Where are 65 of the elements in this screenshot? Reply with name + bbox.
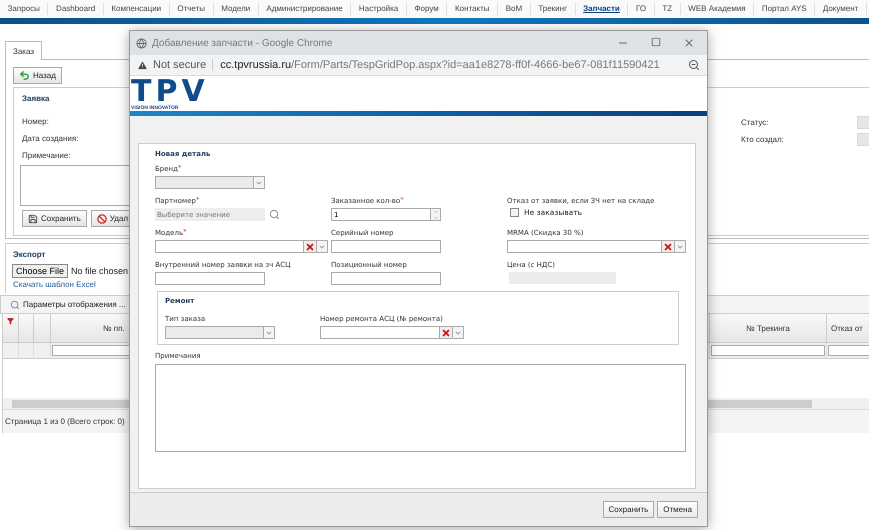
field-label: Номер:	[22, 116, 49, 128]
menu-item[interactable]: Запросы	[0, 3, 48, 15]
forbidden-icon	[96, 214, 107, 224]
back-arrow-icon	[19, 70, 30, 81]
menu-item[interactable]: Контакты	[447, 3, 498, 15]
logo-text: TPV	[131, 78, 202, 105]
search-icon	[10, 300, 20, 310]
section-title: Экспорт	[13, 250, 46, 259]
column-header[interactable]: № Трекинга	[710, 314, 827, 343]
filter-row-cell	[3, 343, 19, 359]
save-button[interactable]: Сохранить	[22, 210, 87, 227]
security-label: Not secure	[153, 59, 214, 71]
field-label: Примечание:	[22, 150, 71, 162]
combo-field[interactable]	[155, 240, 328, 253]
menu-item[interactable]: Администрирование	[258, 3, 352, 15]
menu-item[interactable]: ГО	[628, 3, 655, 15]
menu-item[interactable]: BoM	[498, 3, 531, 15]
menu-item[interactable]: Dashboard	[48, 3, 104, 15]
clear-icon[interactable]	[441, 328, 451, 338]
back-button[interactable]: Назад	[13, 67, 62, 84]
combo-field[interactable]	[507, 240, 686, 253]
text-field[interactable]	[155, 272, 265, 285]
filter-row-cell	[19, 343, 34, 359]
filter-field[interactable]	[711, 345, 825, 356]
menu-item[interactable]: Трекинг	[530, 3, 576, 15]
zoom-icon[interactable]	[688, 59, 700, 71]
checkbox[interactable]	[510, 208, 519, 217]
menu-item[interactable]: Запчасти	[576, 3, 628, 15]
combo-field[interactable]	[320, 326, 464, 339]
text-field[interactable]	[331, 240, 441, 253]
field-label: Кто создал:	[741, 135, 785, 144]
window-title: Добавление запчасти - Google Chrome	[152, 38, 334, 48]
close-icon[interactable]	[683, 37, 695, 49]
menu-item[interactable]: WEB Академия	[680, 3, 754, 15]
spin-buttons[interactable]	[430, 209, 440, 220]
menu-item[interactable]: Настройка	[351, 3, 407, 15]
notes-field[interactable]	[155, 364, 686, 452]
file-status: No file chosen	[71, 266, 128, 276]
save-button[interactable]: Сохранить	[602, 501, 654, 518]
filter-icon[interactable]	[7, 317, 14, 325]
field-label: Статус:	[741, 118, 770, 127]
menu-item[interactable]: TZ	[654, 3, 681, 15]
template-link[interactable]: Скачать шаблон Excel	[13, 280, 96, 289]
maximize-icon[interactable]	[651, 37, 661, 47]
warning-icon	[137, 60, 148, 70]
section-title: Заявка	[22, 94, 50, 103]
menu-item[interactable]: Модели	[214, 3, 259, 15]
cancel-button[interactable]: Отмена	[657, 501, 698, 518]
menu-item[interactable]: Отчеты	[170, 3, 214, 15]
clear-icon[interactable]	[663, 242, 673, 252]
globe-icon	[136, 38, 147, 48]
tab[interactable]: Заказ	[5, 41, 42, 60]
menu-item[interactable]: Документ	[815, 3, 867, 15]
url-text[interactable]: cc.tpvrussia.ru/Form/Parts/TespGridPop.aspx?id=aa1e8278-ff0f-4666-be67-081f11590421	[218, 59, 683, 71]
menu-item[interactable]: Форум	[406, 3, 448, 15]
field-label: Дата создания:	[22, 133, 78, 145]
choose-file-button[interactable]: Choose File	[12, 264, 68, 278]
display-settings-button[interactable]: Параметры отображения ...	[5, 296, 131, 313]
clear-icon[interactable]	[305, 242, 315, 252]
menu-item[interactable]: Портал AYS	[754, 3, 816, 15]
text-field[interactable]	[331, 272, 441, 285]
menu-item[interactable]: Компенсации	[104, 3, 170, 15]
column-header[interactable]: Отказ от	[827, 314, 869, 343]
search-icon[interactable]	[269, 209, 280, 220]
pager-text: Страница 1 из 0 (Всего строк: 0)	[5, 417, 125, 426]
